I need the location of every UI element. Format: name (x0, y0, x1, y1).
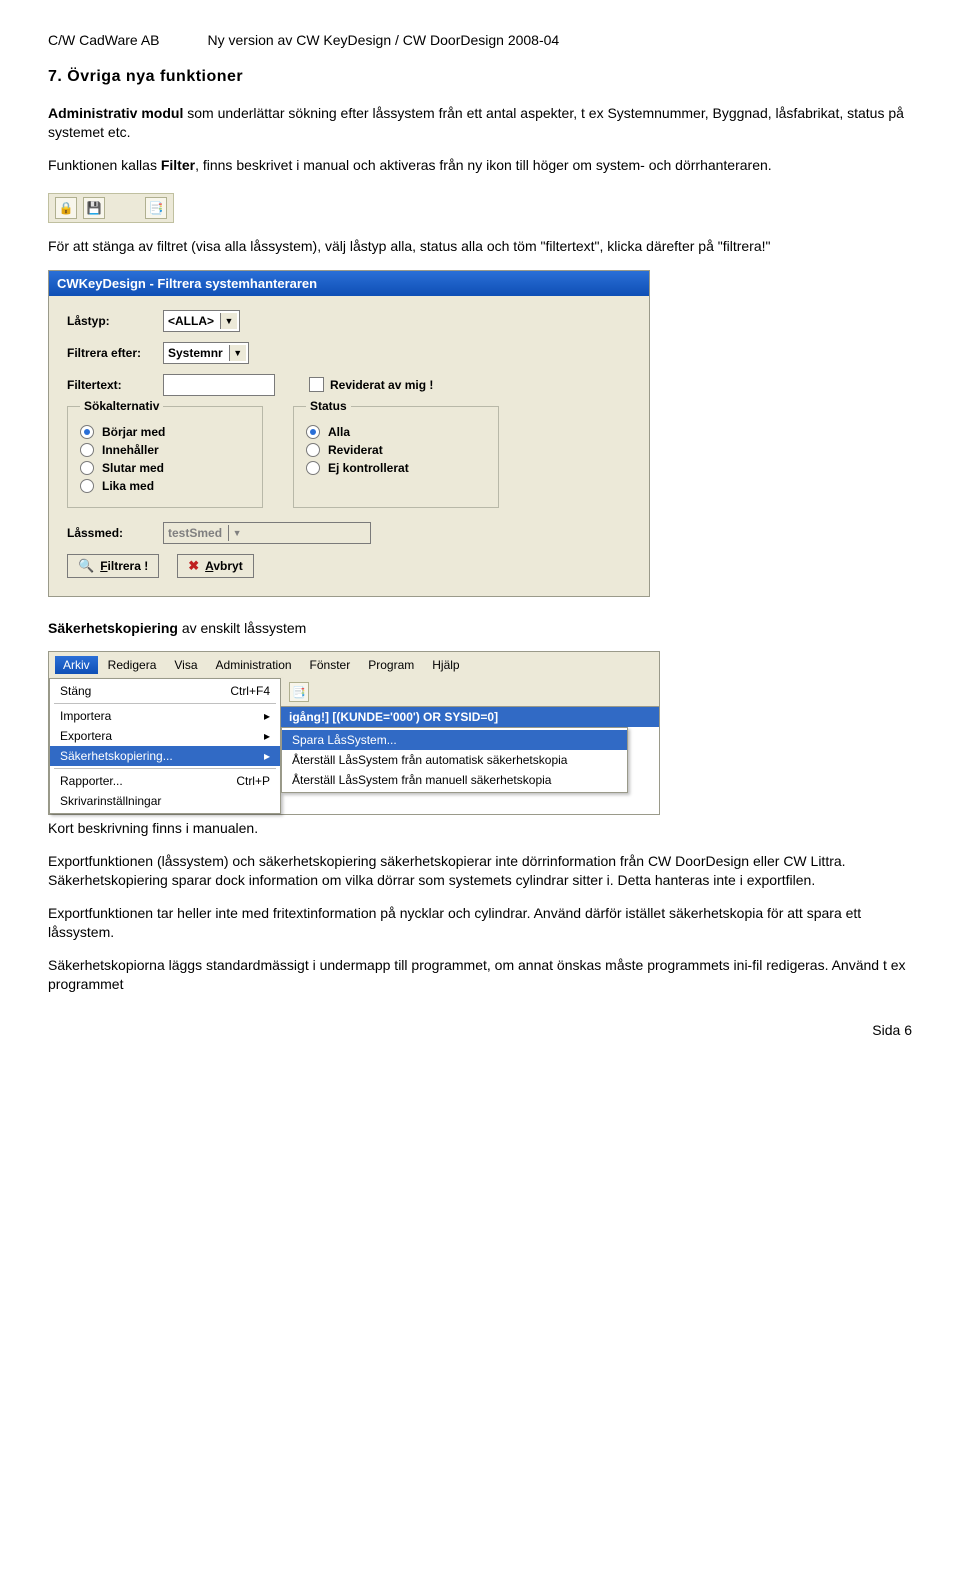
checkbox-icon (309, 377, 324, 392)
para-8: Säkerhetskopiorna läggs standardmässigt … (48, 956, 912, 994)
para2-b: Filter (161, 157, 195, 173)
search-icon: 🔍 (78, 558, 94, 574)
reviderat-label: Reviderat av mig ! (330, 378, 433, 392)
lastyp-label: Låstyp: (67, 314, 155, 328)
radio-icon (306, 425, 320, 439)
mi-stang[interactable]: StängCtrl+F4 (50, 681, 280, 701)
radio-slutar-med[interactable]: Slutar med (80, 461, 250, 475)
lassmed-label: Låssmed: (67, 526, 155, 540)
arkiv-dropdown: StängCtrl+F4 Importera Exportera Säkerhe… (49, 678, 281, 814)
menu-separator (54, 768, 276, 769)
mi-importera[interactable]: Importera (50, 706, 280, 726)
radio-icon (306, 461, 320, 475)
lock-icon: 🔒 (55, 197, 77, 219)
para-5: Exportfunktionen (låssystem) och säkerhe… (48, 852, 912, 890)
smi-restore-auto[interactable]: Återställ LåsSystem från automatisk säke… (282, 750, 627, 770)
smi-restore-manual[interactable]: Återställ LåsSystem från manuell säkerhe… (282, 770, 627, 790)
para-4: Kort beskrivning finns i manualen. (48, 819, 912, 838)
radio-ej-kontrollerat[interactable]: Ej kontrollerat (306, 461, 486, 475)
filtertext-label: Filtertext: (67, 378, 155, 392)
para-2: Funktionen kallas Filter, finns beskrive… (48, 156, 912, 175)
radio-lika-med[interactable]: Lika med (80, 479, 250, 493)
heading2-a: Säkerhetskopiering (48, 620, 178, 636)
lassmed-value: testSmed (168, 526, 222, 540)
para-7: Exportfunktionen tar heller inte med fri… (48, 904, 912, 942)
disk-icon: 💾 (83, 197, 105, 219)
lastyp-combo[interactable]: <ALLA> ▼ (163, 310, 240, 332)
chevron-down-icon: ▼ (229, 345, 246, 361)
radio-icon (80, 443, 94, 457)
menu-program[interactable]: Program (360, 656, 422, 674)
menu-redigera[interactable]: Redigera (100, 656, 165, 674)
chevron-down-icon: ▼ (220, 313, 237, 329)
para-3: För att stänga av filtret (visa alla lås… (48, 237, 912, 256)
filtertext-input[interactable] (163, 374, 275, 396)
mini-toolbar-screenshot: 🔒 💾 📑 (48, 193, 174, 223)
mi-exportera[interactable]: Exportera (50, 726, 280, 746)
filtrera-efter-value: Systemnr (168, 346, 223, 360)
header-left: C/W CadWare AB (48, 32, 160, 48)
toolbar-row: 📑 (281, 678, 659, 707)
menubar: Arkiv Redigera Visa Administration Fönst… (49, 652, 659, 678)
para2-c: , finns beskrivet i manual och aktiveras… (195, 157, 772, 173)
mi-skrivarinst[interactable]: Skrivarinställningar (50, 791, 280, 811)
page-header: C/W CadWare AB Ny version av CW KeyDesig… (48, 32, 912, 48)
mi-sakerhetskopiering[interactable]: Säkerhetskopiering... (50, 746, 280, 766)
header-right: Ny version av CW KeyDesign / CW DoorDesi… (208, 32, 560, 48)
radio-icon (80, 461, 94, 475)
group1-title: Sökalternativ (80, 399, 163, 413)
para2-a: Funktionen kallas (48, 157, 161, 173)
smi-spara[interactable]: Spara LåsSystem... (282, 730, 627, 750)
radio-reviderat[interactable]: Reviderat (306, 443, 486, 457)
radio-borjar-med[interactable]: Börjar med (80, 425, 250, 439)
group2-title: Status (306, 399, 351, 413)
chevron-down-icon: ▼ (228, 525, 245, 541)
filter-button[interactable]: 🔍 Filtrera ! (67, 554, 159, 578)
mi-rapporter[interactable]: Rapporter...Ctrl+P (50, 771, 280, 791)
menu-screenshot: Arkiv Redigera Visa Administration Fönst… (48, 651, 660, 815)
menu-fonster[interactable]: Fönster (302, 656, 359, 674)
filter-icon: 📑 (145, 197, 167, 219)
filtrera-efter-combo[interactable]: Systemnr ▼ (163, 342, 249, 364)
close-icon: ✖ (188, 558, 199, 574)
filtrera-efter-label: Filtrera efter: (67, 346, 155, 360)
menu-hjalp[interactable]: Hjälp (424, 656, 467, 674)
radio-icon (306, 443, 320, 457)
menu-administration[interactable]: Administration (208, 656, 300, 674)
lassmed-combo: testSmed ▼ (163, 522, 371, 544)
heading2-b: av enskilt låssystem (178, 620, 306, 636)
page-footer: Sida 6 (48, 1022, 912, 1038)
backup-submenu: Spara LåsSystem... Återställ LåsSystem f… (281, 727, 628, 793)
heading-backup: Säkerhetskopiering av enskilt låssystem (48, 619, 912, 638)
radio-icon (80, 425, 94, 439)
filter-dialog-screenshot: CWKeyDesign - Filtrera systemhanteraren … (48, 270, 650, 597)
menu-visa[interactable]: Visa (166, 656, 205, 674)
radio-alla[interactable]: Alla (306, 425, 486, 439)
context-bar: igång!] [(KUNDE='000') OR SYSID=0] (281, 707, 659, 727)
sokalternativ-group: Sökalternativ Börjar med Innehåller Slut… (67, 406, 263, 508)
menu-arkiv[interactable]: Arkiv (55, 656, 98, 674)
status-group: Status Alla Reviderat Ej kontrollerat (293, 406, 499, 508)
filter-icon: 📑 (289, 682, 309, 702)
reviderat-checkbox[interactable]: Reviderat av mig ! (309, 377, 433, 392)
radio-icon (80, 479, 94, 493)
radio-innehaller[interactable]: Innehåller (80, 443, 250, 457)
para1-bold: Administrativ modul (48, 105, 183, 121)
dialog-titlebar: CWKeyDesign - Filtrera systemhanteraren (49, 271, 649, 296)
menu-separator (54, 703, 276, 704)
section-title: 7. Övriga nya funktioner (48, 68, 912, 86)
lastyp-value: <ALLA> (168, 314, 214, 328)
cancel-button[interactable]: ✖ Avbryt (177, 554, 253, 578)
para-1: Administrativ modul som underlättar sökn… (48, 104, 912, 142)
